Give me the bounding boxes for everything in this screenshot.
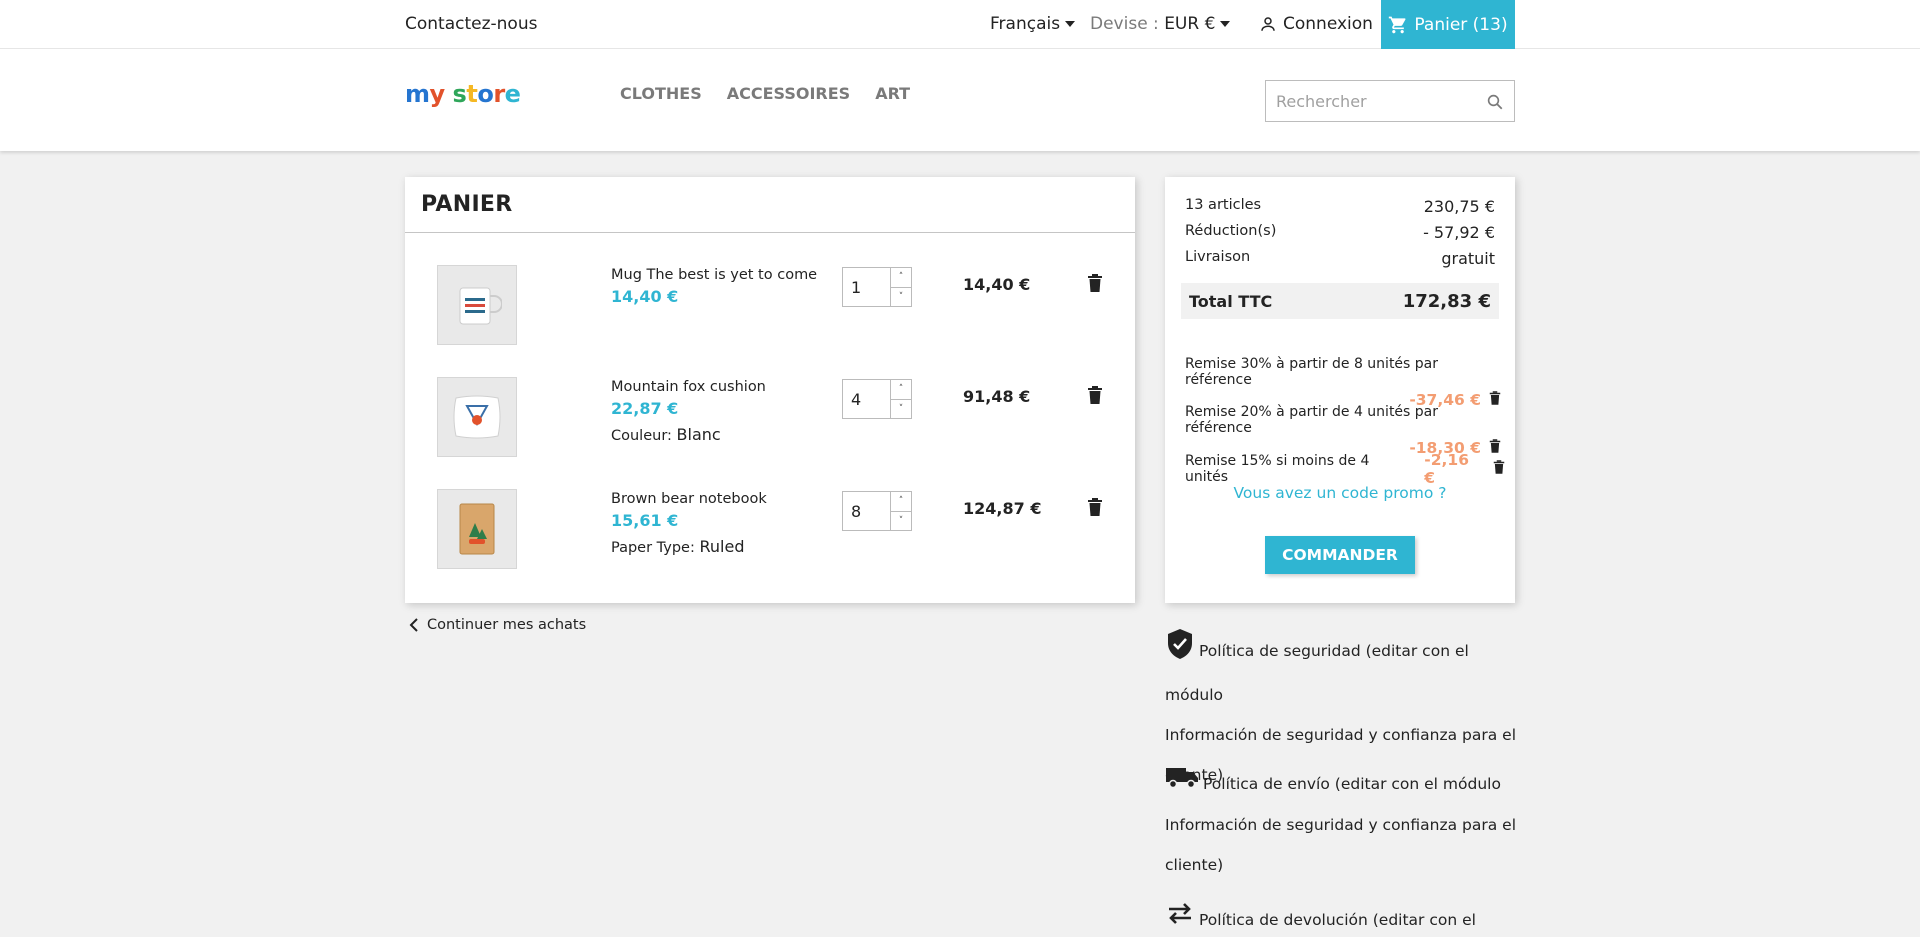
- attribute-value: Ruled: [699, 537, 745, 556]
- product-attribute: Couleur: Blanc: [611, 425, 721, 444]
- discount-row: Remise 20% à partir de 4 unités par réfé…: [1185, 404, 1505, 458]
- contact-link[interactable]: Contactez-nous: [405, 14, 537, 34]
- line-total: 124,87 €: [963, 499, 1042, 518]
- store-logo[interactable]: my store: [405, 80, 521, 108]
- articles-label: 13 articles: [1185, 197, 1262, 213]
- currency-value: EUR €: [1164, 14, 1216, 34]
- product-name[interactable]: Mountain fox cushion: [611, 379, 766, 395]
- total-row: Total TTC 172,83 €: [1181, 283, 1499, 319]
- caret-down-icon: [1065, 21, 1076, 27]
- trash-icon[interactable]: [1087, 385, 1103, 409]
- language-selector[interactable]: Français: [990, 14, 1076, 34]
- main-menu: CLOTHES ACCESSOIRES ART: [620, 84, 910, 103]
- trash-icon[interactable]: [1087, 497, 1103, 521]
- discount-label: Remise 30% à partir de 8 unités par réfé…: [1185, 356, 1439, 388]
- cart-title: PANIER: [405, 177, 1135, 233]
- summary-articles: 13 articles 230,75 €: [1185, 197, 1495, 216]
- swap-arrows-icon: [1165, 900, 1195, 937]
- discount-amount: -2,16 €: [1424, 451, 1469, 487]
- search-icon[interactable]: [1486, 93, 1504, 115]
- product-price: 14,40 €: [611, 287, 679, 306]
- menu-item-accessoires[interactable]: ACCESSOIRES: [727, 84, 850, 103]
- cart-panel: PANIER Mug The best is yet to come 14,40…: [405, 177, 1135, 603]
- discount-label: Remise 20% à partir de 4 unités par réfé…: [1185, 404, 1439, 436]
- chevron-up-icon[interactable]: ˄: [891, 492, 911, 512]
- attribute-label: Couleur:: [611, 428, 672, 444]
- currency-label: Devise :: [1090, 14, 1159, 34]
- summary-reduction: Réduction(s) - 57,92 €: [1185, 223, 1495, 242]
- cart-summary: 13 articles 230,75 € Réduction(s) - 57,92 …: [1165, 177, 1515, 603]
- product-image-mug[interactable]: [437, 265, 517, 345]
- chevron-up-icon[interactable]: ˄: [891, 380, 911, 400]
- quantity-stepper: ˄˅: [842, 491, 912, 531]
- reduction-label: Réduction(s): [1185, 223, 1277, 239]
- trash-icon[interactable]: [1493, 459, 1505, 479]
- summary-shipping: Livraison gratuit: [1185, 249, 1495, 268]
- user-icon: [1261, 17, 1275, 31]
- top-nav: Contactez-nous Français Devise : EUR € C…: [0, 0, 1920, 49]
- attribute-value: Blanc: [676, 425, 721, 444]
- cart-label: Panier (13): [1414, 14, 1508, 35]
- truck-icon: [1165, 764, 1199, 805]
- reassurance-line: Política de envío (editar con el módulo: [1203, 775, 1501, 793]
- quantity-stepper: ˄˅: [842, 267, 912, 307]
- product-image-notebook[interactable]: [437, 489, 517, 569]
- line-total: 91,48 €: [963, 387, 1031, 406]
- chevron-down-icon[interactable]: ˅: [891, 288, 911, 307]
- login-link[interactable]: Connexion: [1259, 14, 1373, 34]
- currency-selector[interactable]: Devise : EUR €: [1090, 14, 1231, 34]
- discount-row: Remise 15% si moins de 4 unités -2,16 €: [1185, 451, 1505, 487]
- cart-item: Brown bear notebook 15,61 € Paper Type: …: [405, 489, 1135, 589]
- search-box: [1265, 80, 1515, 122]
- site-header: Contactez-nous Français Devise : EUR € C…: [0, 0, 1920, 151]
- product-price: 22,87 €: [611, 399, 679, 418]
- login-label: Connexion: [1283, 14, 1373, 34]
- chevron-left-icon: [409, 618, 418, 632]
- discount-label: Remise 15% si moins de 4 unités: [1185, 453, 1370, 485]
- attribute-label: Paper Type:: [611, 540, 695, 556]
- quantity-input[interactable]: [843, 268, 891, 306]
- shield-check-icon: [1165, 628, 1195, 675]
- reassurance-shipping: Política de envío (editar con el módulo I…: [1165, 764, 1525, 885]
- cart-item: Mug The best is yet to come 14,40 € ˄˅ 1…: [405, 265, 1135, 365]
- menu-item-clothes[interactable]: CLOTHES: [620, 84, 702, 103]
- promo-code-link[interactable]: Vous avez un code promo ?: [1165, 484, 1515, 502]
- product-price: 15,61 €: [611, 511, 679, 530]
- continue-label: Continuer mes achats: [427, 617, 587, 633]
- search-input[interactable]: [1266, 81, 1466, 121]
- line-total: 14,40 €: [963, 275, 1031, 294]
- caret-down-icon: [1220, 21, 1231, 27]
- reassurance-line: Política de seguridad (editar con el mód…: [1165, 642, 1469, 704]
- chevron-up-icon[interactable]: ˄: [891, 268, 911, 288]
- reduction-value: - 57,92 €: [1423, 223, 1495, 242]
- language-label: Français: [990, 14, 1061, 34]
- quantity-stepper: ˄˅: [842, 379, 912, 419]
- menu-item-art[interactable]: ART: [875, 84, 910, 103]
- chevron-down-icon[interactable]: ˅: [891, 400, 911, 419]
- order-button[interactable]: COMMANDER: [1265, 536, 1415, 574]
- chevron-down-icon[interactable]: ˅: [891, 512, 911, 531]
- reassurance-line: Información de seguridad y confianza par…: [1165, 816, 1517, 834]
- shipping-label: Livraison: [1185, 249, 1251, 265]
- product-name[interactable]: Mug The best is yet to come: [611, 267, 817, 283]
- cart-icon: [1389, 16, 1406, 33]
- reassurance-line: Información de seguridad y confianza par…: [1165, 726, 1517, 744]
- reassurance-line: cliente): [1165, 856, 1224, 874]
- reassurance-returns: Política de devolución (editar con el mó…: [1165, 900, 1525, 937]
- continue-shopping-link[interactable]: Continuer mes achats: [409, 617, 586, 633]
- trash-icon[interactable]: [1087, 273, 1103, 297]
- quantity-input[interactable]: [843, 492, 891, 530]
- articles-value: 230,75 €: [1423, 197, 1495, 216]
- shipping-value: gratuit: [1441, 249, 1495, 268]
- reassurance-line: Política de devolución (editar con el mó…: [1199, 911, 1476, 929]
- discount-row: Remise 30% à partir de 8 unités par réfé…: [1185, 356, 1505, 410]
- product-attribute: Paper Type: Ruled: [611, 537, 744, 556]
- total-value: 172,83 €: [1402, 290, 1491, 312]
- product-name[interactable]: Brown bear notebook: [611, 491, 767, 507]
- cart-item: Mountain fox cushion 22,87 € Couleur: Bl…: [405, 377, 1135, 477]
- total-label: Total TTC: [1189, 291, 1273, 311]
- product-image-cushion[interactable]: [437, 377, 517, 457]
- cart-button[interactable]: Panier (13): [1381, 0, 1515, 49]
- quantity-input[interactable]: [843, 380, 891, 418]
